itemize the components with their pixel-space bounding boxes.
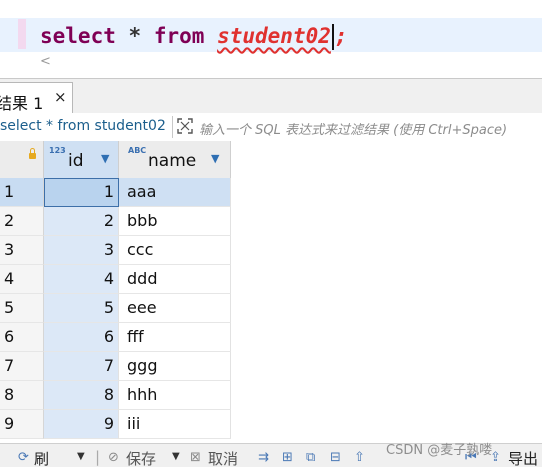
cell-id[interactable]: 4	[44, 265, 119, 294]
row-number[interactable]: 7	[0, 352, 44, 381]
cell-name[interactable]: bbb	[119, 207, 231, 236]
cell-id[interactable]: 6	[44, 323, 119, 352]
chevron-down-icon[interactable]: ▼	[77, 451, 85, 462]
table-row[interactable]: 7 7 ggg	[0, 352, 542, 381]
row-number[interactable]: 8	[0, 381, 44, 410]
cell-name[interactable]: ggg	[119, 352, 231, 381]
column-name: name	[148, 151, 197, 171]
cell-name[interactable]: aaa	[119, 178, 231, 207]
watermark: CSDN @麦子孰喽	[386, 443, 493, 458]
cell-name[interactable]: ccc	[119, 236, 231, 265]
cell-id[interactable]: 9	[44, 410, 119, 439]
sort-filter-icon[interactable]: ▼	[101, 152, 109, 165]
table-row[interactable]: 9 9 iii	[0, 410, 542, 439]
delete-row-icon[interactable]: ⊟	[330, 450, 341, 465]
semicolon: ;	[334, 24, 348, 48]
results-tab-strip: 结果 1 ×	[0, 78, 542, 114]
row-number[interactable]: 6	[0, 323, 44, 352]
sql-statement[interactable]: select * from student02;	[40, 22, 348, 50]
row-number[interactable]: 4	[0, 265, 44, 294]
sort-filter-icon[interactable]: ▼	[211, 152, 219, 165]
numeric-type-icon: 123	[49, 146, 66, 155]
text-caret	[331, 24, 334, 50]
row-number[interactable]: 3	[0, 236, 44, 265]
expand-filter-icon[interactable]	[177, 118, 193, 134]
keyword-select: select	[40, 24, 116, 48]
cell-id[interactable]: 5	[44, 294, 119, 323]
scroll-left-arrow-icon[interactable]: <	[40, 54, 51, 69]
cell-id[interactable]: 7	[44, 352, 119, 381]
row-number[interactable]: 1	[0, 178, 44, 207]
keyword-from: from	[153, 24, 205, 48]
statement-marker	[18, 19, 26, 49]
sql-editor[interactable]: select * from student02; <	[0, 0, 542, 78]
cell-id[interactable]: 3	[44, 236, 119, 265]
cell-name[interactable]: ddd	[119, 265, 231, 294]
row-number[interactable]: 2	[0, 207, 44, 236]
table-row[interactable]: 1 1 aaa	[0, 178, 542, 207]
operator-star: *	[128, 24, 142, 48]
query-text: select * from student02	[0, 118, 166, 134]
divider	[172, 116, 173, 138]
cell-name[interactable]: eee	[119, 294, 231, 323]
cell-name[interactable]: iii	[119, 410, 231, 439]
table-row[interactable]: 8 8 hhh	[0, 381, 542, 410]
cell-id[interactable]: 2	[44, 207, 119, 236]
tab-label: 结果 1	[0, 94, 44, 113]
row-number[interactable]: 9	[0, 410, 44, 439]
refresh-icon[interactable]: ⟳	[18, 450, 29, 465]
lock-icon	[29, 148, 36, 159]
divider: |	[95, 448, 101, 466]
edit-row-icon[interactable]: ⇉	[258, 450, 269, 465]
cell-name[interactable]: fff	[119, 323, 231, 352]
check-icon: ⊘	[108, 450, 119, 465]
table-row[interactable]: 5 5 eee	[0, 294, 542, 323]
tab-results-1[interactable]: 结果 1 ×	[0, 82, 73, 113]
table-row[interactable]: 2 2 bbb	[0, 207, 542, 236]
row-number-header[interactable]	[0, 141, 44, 179]
table-row[interactable]: 4 4 ddd	[0, 265, 542, 294]
column-header-name[interactable]: ABC name ▼	[119, 141, 231, 179]
table-name: student02	[217, 24, 331, 48]
text-type-icon: ABC	[128, 146, 147, 155]
cell-id[interactable]: 1	[44, 178, 119, 207]
result-grid[interactable]: 123 id ▼ ABC name ▼ 1 1 aaa 2 2 bbb 3 3 …	[0, 141, 542, 443]
filter-input[interactable]: 输入一个 SQL 表达式来过滤结果 (使用 Ctrl+Space)	[199, 119, 507, 138]
column-name: id	[68, 151, 84, 171]
cancel-icon: ⊠	[190, 450, 201, 465]
close-icon[interactable]: ×	[54, 88, 67, 106]
table-row[interactable]: 6 6 fff	[0, 323, 542, 352]
move-up-icon[interactable]: ⇧	[354, 450, 365, 465]
copy-row-icon[interactable]: ⧉	[306, 450, 315, 465]
chevron-down-icon[interactable]: ▼	[172, 451, 180, 462]
table-row[interactable]: 3 3 ccc	[0, 236, 542, 265]
filter-bar: select * from student02 输入一个 SQL 表达式来过滤结…	[0, 113, 542, 142]
add-row-icon[interactable]: ⊞	[282, 450, 293, 465]
cell-id[interactable]: 8	[44, 381, 119, 410]
row-number[interactable]: 5	[0, 294, 44, 323]
column-header-id[interactable]: 123 id ▼	[44, 141, 119, 179]
cell-name[interactable]: hhh	[119, 381, 231, 410]
